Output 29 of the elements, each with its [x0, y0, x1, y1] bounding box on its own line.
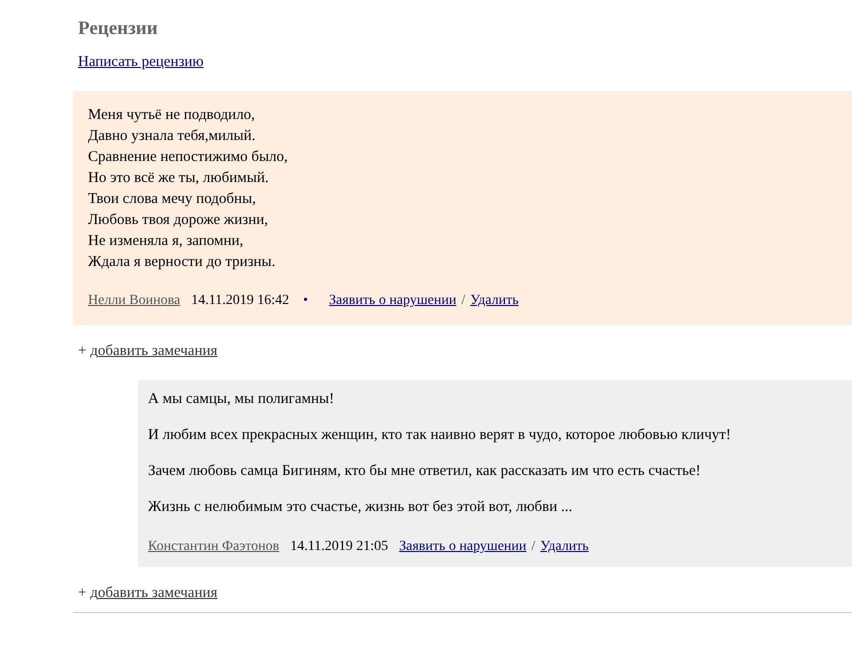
date-text: 14.11.2019 16:42	[191, 292, 290, 310]
slash-separator: /	[531, 538, 536, 556]
reply-paragraph: Зачем любовь самца Бигиням, кто бы мне ответил, как рассказать им что есть счастье!	[148, 462, 702, 481]
plus-text: + д	[78, 343, 98, 359]
poem-line: Твои слова мечу подобны,	[88, 190, 257, 209]
report-link[interactable]: Заявить о нарушении	[399, 537, 526, 557]
add-remarks-link[interactable]: обавить замечания	[98, 343, 218, 359]
plus-text: + д	[78, 585, 98, 601]
add-remarks-link[interactable]: обавить замечания	[98, 585, 218, 601]
report-link[interactable]: Заявить о нарушении	[329, 291, 456, 311]
reply-paragraph: Жизнь с нелюбимым это счастье, жизнь вот без этой вот, любви ...	[148, 498, 574, 517]
poem-line: Меня чутьё не подводило,	[88, 106, 256, 125]
author-link[interactable]: Константин Фаэтонов	[148, 537, 280, 557]
slash-separator: /	[461, 292, 466, 310]
poem-line: Любовь твоя дороже жизни,	[88, 211, 270, 230]
write-review-link[interactable]: Написать рецензию	[78, 54, 204, 71]
poem-line: Ждала я верности до тризны.	[88, 253, 276, 272]
section-heading: Рецензии	[78, 17, 159, 41]
poem-line: Но это всё же ты, любимый.	[88, 169, 270, 188]
poem-line: Давно узнала тебя,милый.	[88, 127, 256, 146]
poem-line: Не изменяла я, запомни,	[88, 232, 244, 251]
bullet-separator: •	[303, 292, 308, 310]
poem-line: Сравнение непостижимо было,	[88, 148, 289, 167]
author-link[interactable]: Нелли Воинова	[88, 291, 180, 311]
reply-paragraph: И любим всех прекрасных женщин, кто так наивно верят в чудо, которое любовью кличут!	[148, 426, 732, 445]
reply-paragraph: А мы самцы, мы полигамны!	[148, 390, 336, 409]
delete-link[interactable]: Удалить	[540, 537, 589, 557]
date-text: 14.11.2019 21:05	[290, 538, 388, 556]
delete-link[interactable]: Удалить	[470, 291, 519, 311]
